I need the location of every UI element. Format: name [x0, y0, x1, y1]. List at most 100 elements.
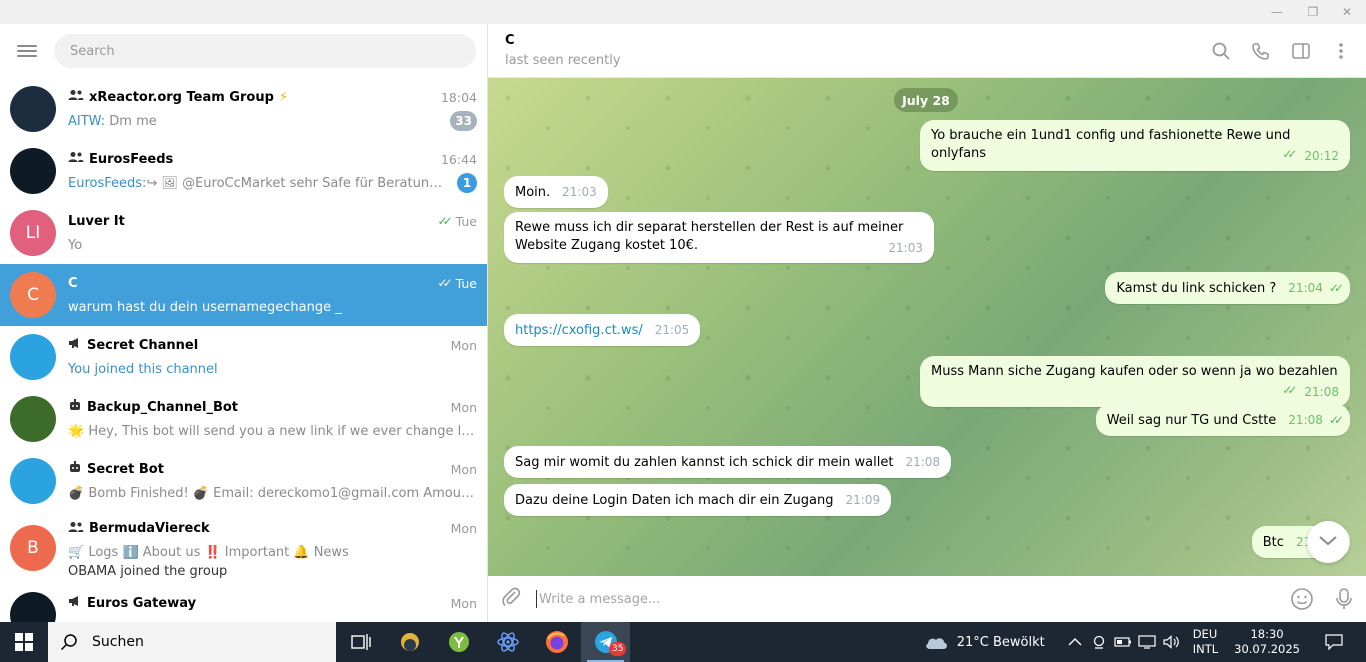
avatar: C — [10, 272, 56, 318]
chat-item[interactable]: B BermudaViereck Mon 🛒 Logs ℹ️ About us ‼️ … — [0, 512, 487, 584]
chat-item[interactable]: Secret Bot Mon 💣 Bomb Finished! 💣 Email: d… — [0, 450, 487, 512]
taskbar-app-1[interactable] — [385, 622, 434, 662]
chat-item[interactable]: xReactor.org Team Group ⚡ 18:04 AITW: Dm me… — [0, 78, 487, 140]
chat-item[interactable]: Secret Channel Mon You joined this channel — [0, 326, 487, 388]
unread-badge: 1 — [457, 173, 477, 193]
lang-line1: DEU — [1192, 627, 1218, 641]
message-time: 21:09 — [845, 493, 881, 507]
restore-button[interactable]: ❐ — [1294, 0, 1332, 24]
lightning-icon: ⚡ — [278, 89, 289, 105]
message-text: Dazu deine Login Daten ich mach dir ein … — [515, 493, 834, 508]
message-input[interactable] — [536, 590, 1256, 608]
chat-name-text: Secret Channel — [87, 337, 199, 353]
more-options-icon[interactable] — [1330, 40, 1352, 62]
chat-preview: 🛒 Logs ℹ️ About us ‼️ Important 🔔 News — [68, 545, 477, 560]
incoming-message[interactable]: Sag mir womit du zahlen kannst ich schic… — [504, 446, 952, 478]
conversation-header[interactable]: C last seen recently — [488, 24, 1366, 78]
chat-name: Backup_Channel_Bot — [68, 399, 238, 415]
chat-list: xReactor.org Team Group ⚡ 18:04 AITW: Dm me… — [0, 78, 487, 622]
weather-widget[interactable]: 21°C Bewölkt — [923, 633, 1045, 651]
avatar: B — [10, 525, 56, 571]
task-view-button[interactable] — [336, 622, 385, 662]
window-titlebar: — ❐ ✕ — [0, 0, 1366, 24]
outgoing-message[interactable]: Kamst du link schicken ? 21:04 ✓✓ — [1105, 272, 1350, 304]
chat-item[interactable]: Euros Gateway Mon — [0, 584, 487, 622]
date-separator: July 28 — [894, 88, 958, 112]
scroll-down-button[interactable] — [1307, 521, 1349, 563]
chat-name: Secret Bot — [68, 461, 164, 477]
sidebar-toggle-icon[interactable] — [1290, 40, 1312, 62]
chat-item[interactable]: LI Luver It ✓✓ Tue Yo — [0, 202, 487, 264]
app-icon — [400, 633, 419, 651]
preview-text: Dm me — [105, 113, 157, 129]
outgoing-message[interactable]: Weil sag nur TG und Cstte 21:08 ✓✓ — [1095, 404, 1350, 436]
battery-icon[interactable] — [1111, 636, 1135, 648]
message-text: Muss Mann siche Zugang kaufen oder so we… — [931, 364, 1338, 379]
message-text: Btc — [1262, 535, 1284, 550]
chevron-down-icon — [1319, 535, 1337, 550]
attach-icon[interactable] — [500, 586, 522, 612]
taskbar-firefox[interactable] — [532, 622, 581, 662]
message-text: Sag mir womit du zahlen kannst ich schic… — [515, 455, 894, 470]
read-ticks-icon: ✓✓ — [1328, 281, 1344, 295]
weather-text: 21°C Bewölkt — [956, 634, 1045, 650]
chat-list-header — [0, 24, 487, 78]
message-link[interactable]: https://cxofig.ct.ws/ — [515, 323, 643, 338]
outgoing-message[interactable]: Yo brauche ein 1und1 config und fashione… — [920, 120, 1350, 171]
webcam-icon[interactable] — [1087, 634, 1111, 650]
message-time: 21:05 — [654, 323, 690, 337]
message-text: Yo brauche ein 1und1 config und fashione… — [931, 128, 1291, 161]
outgoing-message[interactable]: Muss Mann siche Zugang kaufen oder so we… — [920, 356, 1350, 407]
minimize-button[interactable]: — — [1258, 0, 1296, 24]
cloud-icon — [925, 638, 947, 649]
phone-icon[interactable] — [1250, 40, 1272, 62]
incoming-message[interactable]: Rewe muss ich dir separat herstellen der… — [504, 212, 934, 263]
chat-name: Secret Channel — [68, 337, 198, 353]
search-input[interactable] — [54, 34, 476, 68]
preview-text: 🛒 Logs ℹ️ About us ‼️ Important 🔔 News — [68, 545, 349, 560]
message-text: Rewe muss ich dir separat herstellen der… — [515, 220, 904, 253]
windows-taskbar: Suchen 35 21°C Bewölkt DEU INTL 18:30 30… — [0, 622, 1366, 662]
windows-start-button[interactable] — [0, 622, 48, 662]
message-time: 21:03 — [562, 185, 597, 199]
group-icon — [68, 89, 84, 105]
chat-list-panel: xReactor.org Team Group⚡ 18:04 AITW: Dm me… — [0, 24, 488, 622]
notification-icon[interactable] — [1322, 634, 1346, 650]
chat-time: Mon — [450, 337, 477, 353]
language-indicator[interactable]: DEU INTL — [1193, 627, 1218, 657]
taskbar-app-3[interactable] — [483, 622, 532, 662]
message-area[interactable]: July 28 Yo brauche ein 1und1 config und … — [488, 78, 1366, 576]
chat-item[interactable]: C C ✓✓ Tue warum hast du dein usernamegechan… — [0, 264, 487, 326]
clock[interactable]: 18:30 30.07.2025 — [1234, 627, 1300, 657]
chat-preview: EurosFeeds:↪ 🖼 @EuroCcMarket sehr Safe f… — [68, 176, 449, 191]
preview-text: 🌟 Hey, This bot will send you a new link… — [68, 423, 477, 439]
taskbar-telegram[interactable]: 35 — [581, 622, 630, 662]
avatar — [10, 592, 56, 622]
avatar — [10, 334, 56, 380]
incoming-message[interactable]: Moin. 21:03 — [504, 176, 608, 208]
menu-icon[interactable] — [16, 42, 38, 60]
microphone-icon[interactable] — [1334, 587, 1354, 615]
chat-preview: 💣 Bomb Finished! 💣 Email: dereckomo1@gma… — [68, 486, 477, 501]
close-button[interactable]: ✕ — [1328, 0, 1366, 24]
read-ticks-icon: ✓✓ — [1282, 383, 1297, 397]
volume-icon[interactable] — [1159, 635, 1183, 649]
chat-name: xReactor.org Team Group ⚡ — [68, 89, 288, 105]
chat-preview: warum hast du dein usernamegechange _ — [68, 300, 477, 315]
chat-name-text: Euros Gateway — [87, 595, 197, 611]
bot-icon — [68, 461, 82, 477]
incoming-message[interactable]: Dazu deine Login Daten ich mach dir ein … — [504, 484, 892, 516]
avatar — [10, 148, 56, 194]
search-icon[interactable] — [1210, 40, 1232, 62]
taskbar-search[interactable]: Suchen — [48, 622, 336, 662]
chat-time: 18:04 — [440, 89, 477, 105]
network-icon[interactable] — [1135, 635, 1159, 649]
chat-item[interactable]: EurosFeeds 16:44 EurosFeeds:↪ 🖼 @EuroCcMar… — [0, 140, 487, 202]
chat-item[interactable]: Backup_Channel_Bot Mon 🌟 Hey, This bot wil… — [0, 388, 487, 450]
taskbar-app-2[interactable] — [434, 622, 483, 662]
incoming-message[interactable]: https://cxofig.ct.ws/21:05 — [504, 314, 701, 346]
emoji-icon[interactable] — [1290, 587, 1314, 615]
chevron-up-icon[interactable] — [1063, 638, 1087, 646]
message-time: 21:08 — [1288, 413, 1323, 427]
chat-name: EurosFeeds — [68, 151, 173, 167]
